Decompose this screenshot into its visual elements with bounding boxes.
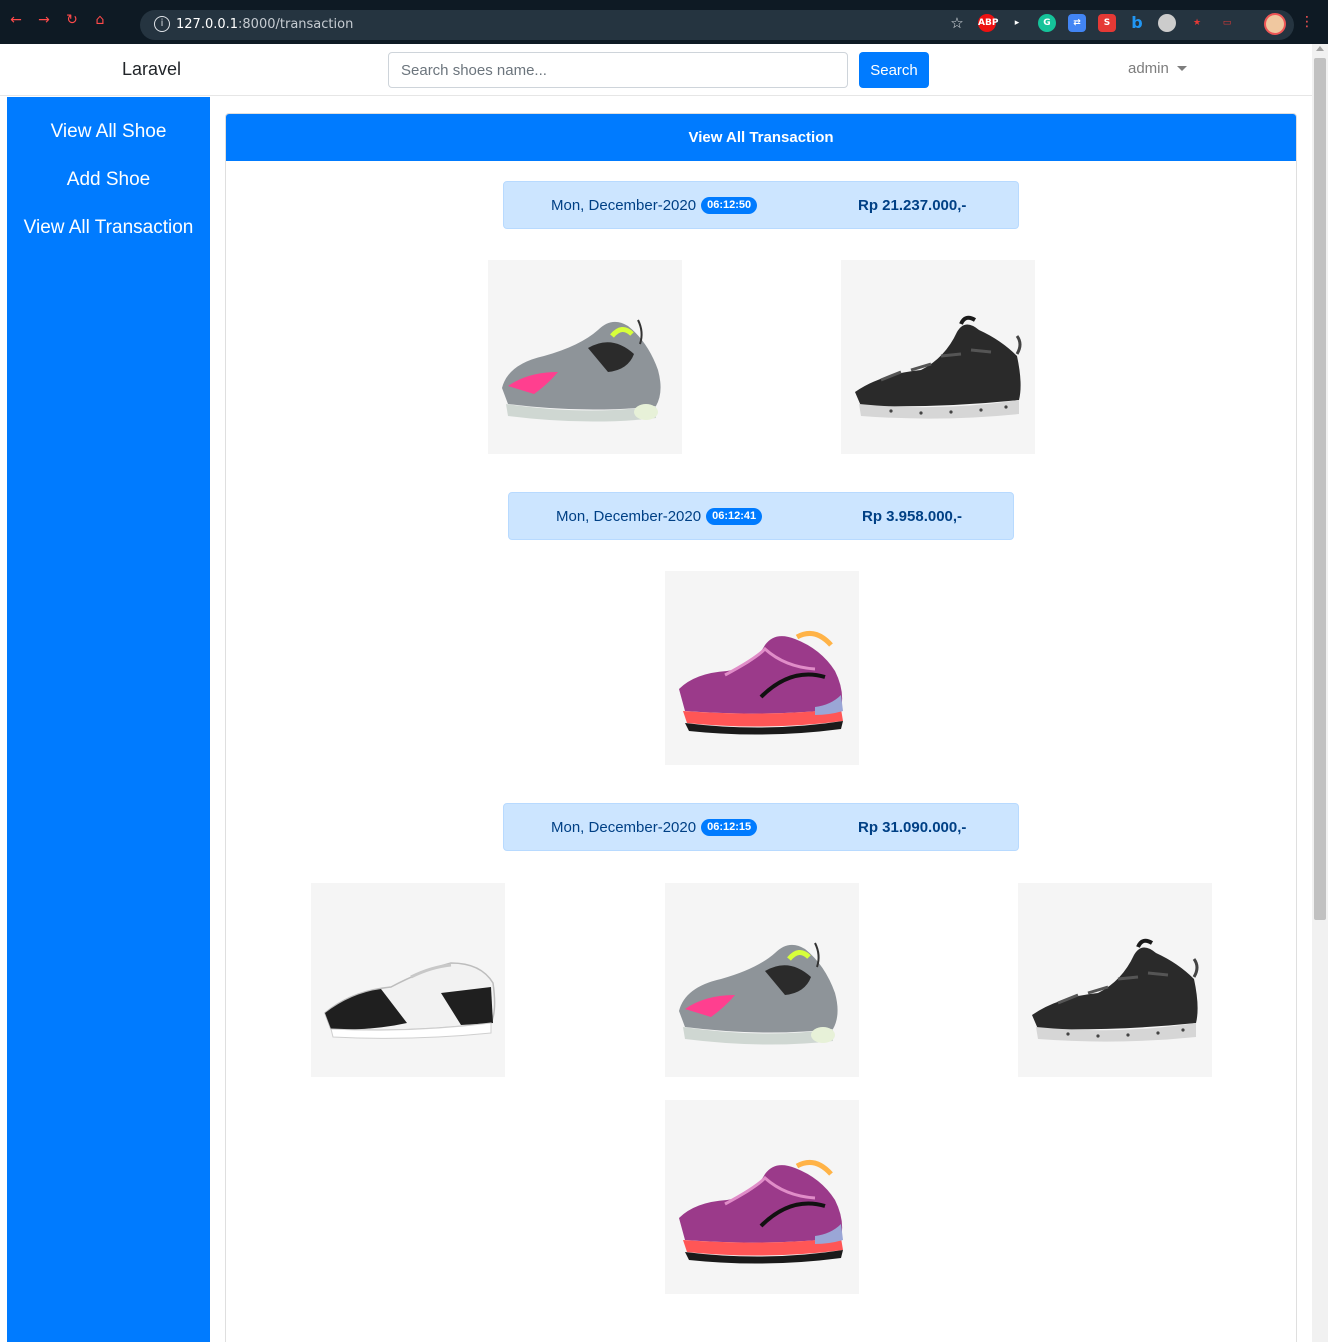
back-icon[interactable]: ← — [8, 12, 24, 28]
transaction-date: Mon, December-2020 06:12:50 — [551, 197, 758, 214]
b-extension-icon[interactable]: b — [1128, 14, 1146, 32]
grammarly-icon[interactable]: G — [1038, 14, 1056, 32]
transaction-date: Mon, December-2020 06:12:41 — [556, 508, 763, 525]
adblock-icon[interactable]: ABP — [978, 14, 998, 32]
transaction-header: Mon, December-2020 06:12:15 Rp 31.090.00… — [503, 803, 1019, 851]
user-name: admin — [1128, 60, 1169, 77]
purple-pattern-sneaker-icon — [679, 630, 843, 735]
black-white-sneaker-icon — [324, 962, 496, 1039]
black-speckled-sneaker-icon — [1032, 938, 1199, 1042]
bookmark-star-icon[interactable]: ☆ — [948, 14, 966, 32]
transaction-date-text: Mon, December-2020 — [551, 819, 697, 836]
transaction-header: Mon, December-2020 06:12:50 Rp 21.237.00… — [503, 181, 1019, 229]
extensions-bar: ☆ ABP ▸ G ⇄ S b ★ ▭ — [948, 14, 1236, 32]
globe-icon[interactable] — [1158, 14, 1176, 32]
scroll-up-icon[interactable] — [1316, 46, 1324, 51]
sidebar-item-add-shoe[interactable]: Add Shoe — [7, 168, 210, 192]
transaction-date-text: Mon, December-2020 — [551, 197, 697, 214]
user-dropdown[interactable]: admin — [1128, 60, 1187, 77]
transaction-header: Mon, December-2020 06:12:41 Rp 3.958.000… — [508, 492, 1014, 540]
sidebar-item-view-all-transaction[interactable]: View All Transaction — [7, 216, 210, 240]
forward-icon[interactable]: → — [36, 12, 52, 28]
home-icon[interactable]: ⌂ — [92, 12, 108, 28]
transaction-total: Rp 3.958.000,- — [862, 508, 963, 525]
transaction-total: Rp 21.237.000,- — [858, 197, 967, 214]
search-button[interactable]: Search — [859, 52, 929, 88]
shoe-image-pink-grey-sneaker[interactable] — [665, 883, 859, 1077]
cast-icon[interactable]: ▭ — [1218, 14, 1236, 32]
brand-logo[interactable]: Laravel — [122, 59, 181, 80]
transactions-card: View All Transaction Mon, December-2020 … — [225, 113, 1297, 1342]
translate-icon[interactable]: ⇄ — [1068, 14, 1086, 32]
pink-grey-sneaker-icon — [502, 319, 661, 422]
site-info-icon[interactable]: i — [154, 16, 170, 32]
shoe-image-black-speckled-sneaker[interactable] — [1018, 883, 1212, 1077]
purple-pattern-sneaker-icon — [679, 1159, 843, 1264]
page-title: View All Transaction — [226, 114, 1296, 161]
sidebar-item-view-all-shoe[interactable]: View All Shoe — [7, 120, 210, 144]
shoe-image-purple-pattern-sneaker[interactable] — [665, 571, 859, 765]
browser-menu-icon[interactable]: ⋮ — [1300, 14, 1314, 30]
browser-toolbar: ← → ↻ ⌂ i 127.0.0.1:8000/transaction ☆ A… — [0, 0, 1328, 44]
url-text: 127.0.0.1:8000/transaction — [176, 17, 354, 32]
sidebar: View All Shoe Add Shoe View All Transact… — [7, 97, 210, 1342]
shoe-image-purple-pattern-sneaker[interactable] — [665, 1100, 859, 1294]
reload-icon[interactable]: ↻ — [64, 12, 80, 28]
transaction-date-text: Mon, December-2020 — [556, 508, 702, 525]
page-scrollbar[interactable] — [1312, 44, 1328, 1342]
browser-nav-buttons: ← → ↻ ⌂ — [8, 12, 108, 28]
play-icon[interactable]: ▸ — [1008, 14, 1026, 32]
black-speckled-sneaker-icon — [855, 315, 1022, 419]
time-badge: 06:12:41 — [706, 508, 763, 525]
time-badge: 06:12:50 — [701, 197, 758, 214]
scroll-thumb[interactable] — [1314, 58, 1326, 920]
transaction-total: Rp 31.090.000,- — [858, 819, 967, 836]
shoe-image-black-speckled-sneaker[interactable] — [841, 260, 1035, 454]
top-navbar: Laravel Search admin — [0, 44, 1312, 96]
search-input[interactable] — [388, 52, 848, 88]
pink-grey-sneaker-icon — [679, 942, 838, 1045]
chevron-down-icon — [1176, 66, 1187, 71]
shoe-image-black-white-sneaker[interactable] — [311, 883, 505, 1077]
time-badge: 06:12:15 — [701, 819, 758, 836]
shoe-image-pink-grey-sneaker[interactable] — [488, 260, 682, 454]
transaction-date: Mon, December-2020 06:12:15 — [551, 819, 758, 836]
s-extension-icon[interactable]: S — [1098, 14, 1116, 32]
pin-icon[interactable]: ★ — [1188, 14, 1206, 32]
profile-avatar[interactable] — [1264, 13, 1286, 35]
